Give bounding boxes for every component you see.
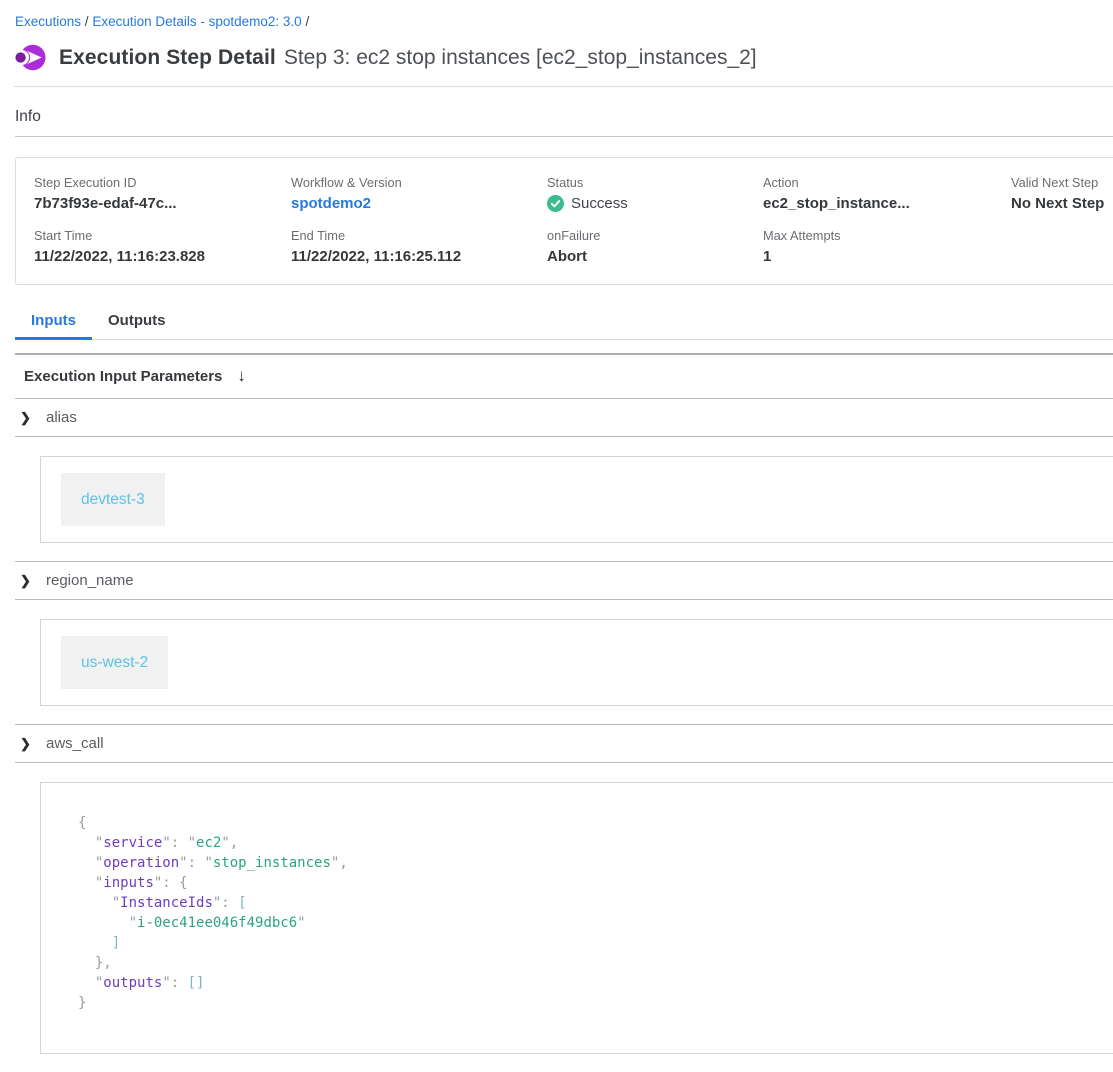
param-name: alias xyxy=(46,409,77,426)
field-label: Step Execution ID xyxy=(34,175,291,190)
code-line: "inputs": { xyxy=(78,873,1113,893)
info-field: Max Attempts 1 xyxy=(763,228,1011,265)
breadcrumb-link[interactable]: Executions xyxy=(15,14,81,29)
chevron-right-icon: ❯ xyxy=(20,573,30,589)
info-field: Action ec2_stop_instance... xyxy=(763,175,1011,212)
param-value-box: us-west-2 xyxy=(40,619,1113,706)
field-value: No Next Step xyxy=(1011,195,1113,212)
tab-bar: InputsOutputs xyxy=(15,305,1113,340)
info-field: End Time 11/22/2022, 11:16:25.112 xyxy=(291,228,547,265)
page-title-row: Execution Step Detail Step 3: ec2 stop i… xyxy=(14,42,1113,73)
field-label: Status xyxy=(547,175,763,190)
field-value: ec2_stop_instance... xyxy=(763,195,1011,212)
code-line: "operation": "stop_instances", xyxy=(78,853,1113,873)
field-value: Abort xyxy=(547,248,763,265)
param-content-region_name: us-west-2 xyxy=(15,600,1113,724)
param-toggle-aws_call[interactable]: ❯ aws_call xyxy=(15,724,1113,763)
breadcrumb: Executions / Execution Details - spotdem… xyxy=(0,0,1113,29)
status-badge: Success xyxy=(547,195,763,212)
code-line: "InstanceIds": [ xyxy=(78,893,1113,913)
param-toggle-region_name[interactable]: ❯ region_name xyxy=(15,561,1113,600)
code-line: "outputs": [] xyxy=(78,973,1113,993)
field-value: 11/22/2022, 11:16:25.112 xyxy=(291,248,547,265)
code-line: "service": "ec2", xyxy=(78,833,1113,853)
chevron-right-icon: ❯ xyxy=(20,736,30,752)
parameters-header: Execution Input Parameters ↓ xyxy=(15,353,1113,399)
app-logo-icon xyxy=(14,42,46,73)
page-subtitle: Step 3: ec2 stop instances [ec2_stop_ins… xyxy=(284,46,757,70)
param-section-region_name: ❯ region_name us-west-2 xyxy=(15,561,1113,724)
param-content-alias: devtest-3 xyxy=(15,437,1113,561)
code-line: } xyxy=(78,993,1113,1013)
param-value-box: devtest-3 xyxy=(40,456,1113,543)
parameters-heading: Execution Input Parameters xyxy=(24,368,222,385)
field-value: 7b73f93e-edaf-47c... xyxy=(34,195,291,212)
workflow-link[interactable]: spotdemo2 xyxy=(291,195,371,212)
info-field: onFailure Abort xyxy=(547,228,763,265)
code-line: { xyxy=(78,813,1113,833)
param-content-aws_call: { "service": "ec2", "operation": "stop_i… xyxy=(15,763,1113,1072)
code-line: ] xyxy=(78,933,1113,953)
code-line: }, xyxy=(78,953,1113,973)
field-label: Action xyxy=(763,175,1011,190)
tab-inputs[interactable]: Inputs xyxy=(15,305,92,340)
info-card: Step Execution ID 7b73f93e-edaf-47c...Wor… xyxy=(15,157,1113,285)
success-check-icon xyxy=(547,195,564,212)
field-label: onFailure xyxy=(547,228,763,243)
breadcrumb-separator: / xyxy=(302,14,310,29)
param-section-alias: ❯ alias devtest-3 xyxy=(15,399,1113,561)
breadcrumb-separator: / xyxy=(81,14,92,29)
field-value: 1 xyxy=(763,248,1011,265)
chevron-right-icon: ❯ xyxy=(20,410,30,426)
info-field: Start Time 11/22/2022, 11:16:23.828 xyxy=(34,228,291,265)
status-text: Success xyxy=(571,195,628,212)
parameters-panel: Execution Input Parameters ↓ ❯ alias devte… xyxy=(15,353,1113,1072)
param-value-chip: devtest-3 xyxy=(61,473,165,526)
field-label: Max Attempts xyxy=(763,228,1011,243)
param-name: region_name xyxy=(46,572,134,589)
field-label: End Time xyxy=(291,228,547,243)
code-line: "i-0ec41ee046f49dbc6" xyxy=(78,913,1113,933)
tab-outputs[interactable]: Outputs xyxy=(92,305,182,340)
info-field: Step Execution ID 7b73f93e-edaf-47c... xyxy=(34,175,291,212)
sort-down-icon[interactable]: ↓ xyxy=(237,366,246,386)
field-label: Valid Next Step xyxy=(1011,175,1113,190)
field-value: spotdemo2 xyxy=(291,195,547,212)
info-section-heading: Info xyxy=(15,87,1113,137)
param-toggle-alias[interactable]: ❯ alias xyxy=(15,399,1113,437)
field-value: 11/22/2022, 11:16:23.828 xyxy=(34,248,291,265)
field-label: Start Time xyxy=(34,228,291,243)
info-field: Status Success xyxy=(547,175,763,212)
json-viewer: { "service": "ec2", "operation": "stop_i… xyxy=(40,782,1113,1054)
param-value-chip: us-west-2 xyxy=(61,636,168,689)
page-title: Execution Step Detail xyxy=(59,46,276,70)
param-name: aws_call xyxy=(46,735,104,752)
info-grid: Step Execution ID 7b73f93e-edaf-47c...Wor… xyxy=(16,158,1113,284)
info-field: Workflow & Version spotdemo2 xyxy=(291,175,547,212)
breadcrumb-link[interactable]: Execution Details - spotdemo2: 3.0 xyxy=(92,14,301,29)
info-field: Valid Next Step No Next Step xyxy=(1011,175,1113,212)
param-section-aws_call: ❯ aws_call { "service": "ec2", "operation"… xyxy=(15,724,1113,1072)
field-label: Workflow & Version xyxy=(291,175,547,190)
